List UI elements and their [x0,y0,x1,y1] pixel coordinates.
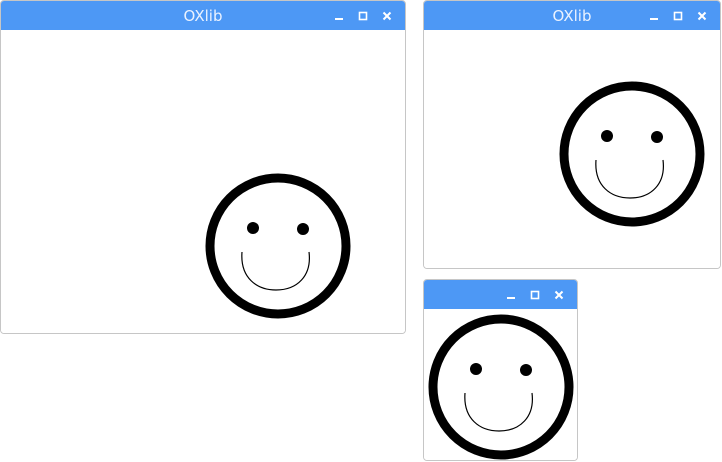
oxlib-window-3[interactable] [423,279,578,461]
title-bar[interactable]: OXlib [424,1,720,30]
maximize-button[interactable] [351,1,375,30]
minimize-button[interactable] [642,1,666,30]
smile-mouth [595,159,664,199]
window-content[interactable] [424,30,720,268]
window-content[interactable] [1,30,405,333]
left-eye [601,130,613,142]
title-bar[interactable]: OXlib [1,1,405,30]
face-outline [428,314,574,460]
left-eye [247,222,259,234]
maximize-button[interactable] [666,1,690,30]
close-button[interactable] [375,1,399,30]
close-icon [382,11,392,20]
face-outline [559,81,705,227]
minimize-button[interactable] [499,280,523,309]
close-button[interactable] [690,1,714,30]
close-icon [554,290,564,299]
minimize-icon [650,17,658,20]
maximize-icon [673,11,683,20]
maximize-icon [358,11,368,20]
title-bar[interactable] [424,280,577,309]
minimize-button[interactable] [327,1,351,30]
close-icon [697,11,707,20]
minimize-icon [507,296,515,299]
smiley-face [428,314,574,460]
close-button[interactable] [547,280,571,309]
right-eye [651,131,663,143]
right-eye [297,223,309,235]
left-eye [470,363,482,375]
face-outline [205,173,351,319]
window-content[interactable] [424,309,577,460]
maximize-button[interactable] [523,280,547,309]
right-eye [520,364,532,376]
smiley-face [205,173,351,319]
window-controls [499,280,571,309]
minimize-icon [335,17,343,20]
smile-mouth [464,392,533,432]
smile-mouth [241,251,310,291]
window-controls [642,1,714,30]
smiley-face [559,81,705,227]
oxlib-window-1[interactable]: OXlib [0,0,406,334]
oxlib-window-2[interactable]: OXlib [423,0,721,269]
maximize-icon [530,290,540,299]
window-controls [327,1,399,30]
